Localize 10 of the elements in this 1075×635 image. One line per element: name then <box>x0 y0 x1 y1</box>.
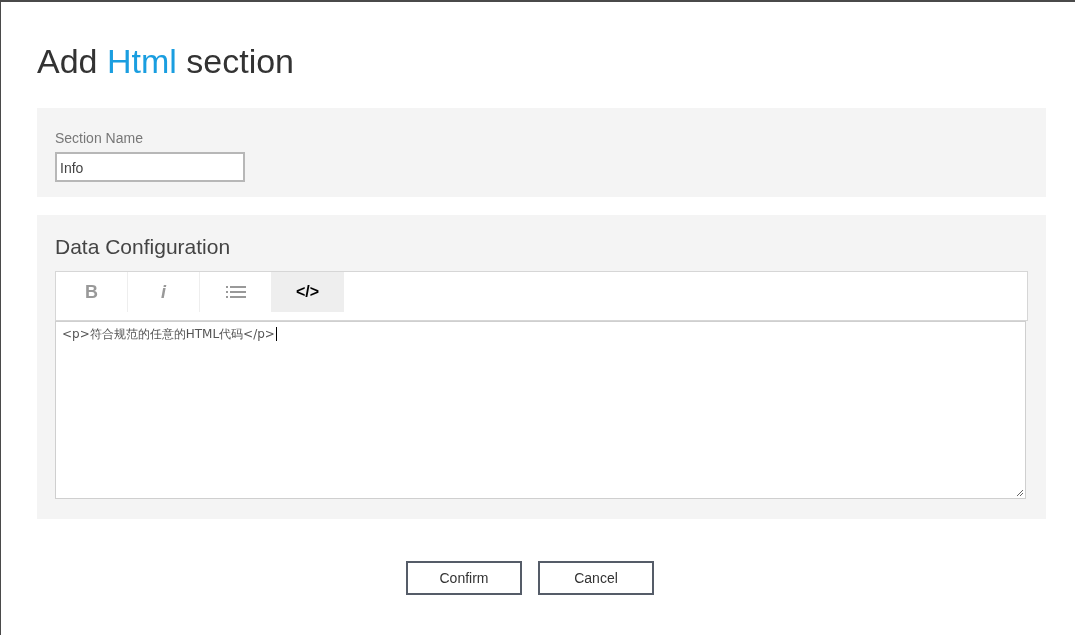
code-editor[interactable]: <p>符合规范的任意的HTML代码</p> <box>55 321 1026 499</box>
confirm-button[interactable]: Confirm <box>406 561 522 595</box>
section-heading: Data Configuration <box>55 235 232 259</box>
code-view-button[interactable]: </> <box>272 272 344 312</box>
resize-grip-icon[interactable] <box>1016 489 1024 497</box>
dialog-title: Add Html section <box>36 41 296 82</box>
list-icon <box>225 285 246 299</box>
cancel-button[interactable]: Cancel <box>538 561 654 595</box>
input-field[interactable]: Info <box>55 152 245 182</box>
field-label: Section Name <box>55 130 143 146</box>
